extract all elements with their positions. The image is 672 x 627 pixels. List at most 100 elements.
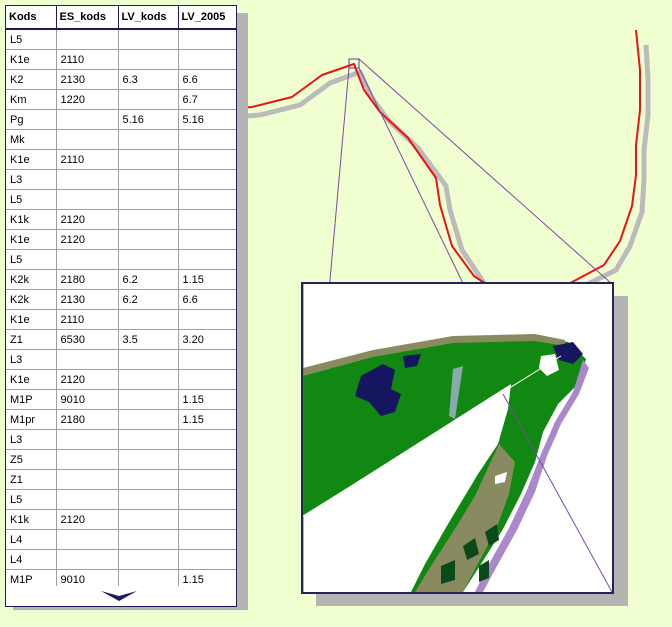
table-row[interactable]: Mk bbox=[6, 129, 236, 150]
table-cell bbox=[118, 369, 179, 390]
table-cell bbox=[118, 449, 179, 470]
table-cell: L4 bbox=[6, 529, 57, 550]
table-row[interactable]: K2 2130 6.3 6.6 bbox=[6, 69, 236, 90]
table-cell bbox=[56, 429, 119, 450]
table-cell bbox=[178, 169, 236, 190]
table-row[interactable]: K1e 2110 bbox=[6, 309, 236, 330]
table-row[interactable]: L5 bbox=[6, 249, 236, 270]
table-cell bbox=[178, 149, 236, 170]
table-cell: L3 bbox=[6, 169, 57, 190]
table-cell: 5.16 bbox=[118, 109, 179, 130]
table-cell bbox=[178, 309, 236, 330]
table-row[interactable]: K1k 2120 bbox=[6, 509, 236, 530]
table-cell: K2k bbox=[6, 289, 57, 310]
table-cell: Z1 bbox=[6, 329, 57, 350]
scroll-down-arrow-icon[interactable] bbox=[101, 590, 137, 602]
table-cell bbox=[56, 349, 119, 370]
table-row[interactable]: L3 bbox=[6, 429, 236, 450]
table-cell bbox=[178, 529, 236, 550]
table-cell: 3.5 bbox=[118, 329, 179, 350]
table-cell bbox=[178, 229, 236, 250]
table-row[interactable]: L4 bbox=[6, 549, 236, 570]
table-row[interactable]: K1k 2120 bbox=[6, 209, 236, 230]
table-cell bbox=[118, 389, 179, 410]
table-cell: 3.20 bbox=[178, 329, 236, 350]
table-row[interactable]: Km 1220 6.7 bbox=[6, 89, 236, 110]
table-cell bbox=[118, 529, 179, 550]
table-cell: 2110 bbox=[56, 49, 119, 70]
table-cell: Z5 bbox=[6, 449, 57, 470]
table-cell: 5.16 bbox=[178, 109, 236, 130]
column-header[interactable]: Kods bbox=[6, 6, 57, 30]
table-scroll-footer bbox=[6, 586, 236, 606]
table-cell: 6530 bbox=[56, 329, 119, 350]
table-row[interactable]: Pg 5.16 5.16 bbox=[6, 109, 236, 130]
table-cell bbox=[56, 109, 119, 130]
table-cell bbox=[56, 169, 119, 190]
table-cell: K1e bbox=[6, 49, 57, 70]
table-row[interactable]: M1P 9010 1.15 bbox=[6, 389, 236, 410]
table-cell bbox=[118, 409, 179, 430]
table-cell bbox=[178, 49, 236, 70]
table-cell bbox=[178, 429, 236, 450]
table-cell: 6.2 bbox=[118, 289, 179, 310]
table-cell bbox=[118, 169, 179, 190]
table-cell: Mk bbox=[6, 129, 57, 150]
table-cell bbox=[118, 489, 179, 510]
zoom-inset-map bbox=[301, 282, 614, 594]
table-cell: 2120 bbox=[56, 369, 119, 390]
table-cell: 2130 bbox=[56, 69, 119, 90]
table-header-row: Kods ES_kods LV_kods LV_2005 bbox=[6, 6, 236, 30]
table-cell: 2180 bbox=[56, 409, 119, 430]
table-cell bbox=[178, 549, 236, 570]
table-row[interactable]: L3 bbox=[6, 349, 236, 370]
table-cell bbox=[118, 509, 179, 530]
table-cell bbox=[178, 349, 236, 370]
table-row[interactable]: M1pr 2180 1.15 bbox=[6, 409, 236, 430]
table-cell: 6.6 bbox=[178, 289, 236, 310]
table-cell: 6.6 bbox=[178, 69, 236, 90]
table-cell: K1e bbox=[6, 229, 57, 250]
table-cell bbox=[118, 549, 179, 570]
table-cell: L5 bbox=[6, 189, 57, 210]
table-cell: 2130 bbox=[56, 289, 119, 310]
table-row[interactable]: Z5 bbox=[6, 449, 236, 470]
table-row[interactable]: K2k 2180 6.2 1.15 bbox=[6, 269, 236, 290]
table-row[interactable]: K1e 2110 bbox=[6, 149, 236, 170]
table-row[interactable]: K1e 2120 bbox=[6, 369, 236, 390]
habitat-sand bbox=[415, 444, 515, 592]
table-row[interactable]: Z1 bbox=[6, 469, 236, 490]
table-cell bbox=[178, 209, 236, 230]
table-cell: 6.7 bbox=[178, 89, 236, 110]
table-cell: 2110 bbox=[56, 309, 119, 330]
table-cell bbox=[118, 189, 179, 210]
table-cell bbox=[56, 29, 119, 50]
table-cell bbox=[178, 449, 236, 470]
table-row[interactable]: K2k 2130 6.2 6.6 bbox=[6, 289, 236, 310]
column-header[interactable]: ES_kods bbox=[56, 6, 119, 30]
table-cell: 2120 bbox=[56, 229, 119, 250]
table-cell bbox=[178, 189, 236, 210]
table-row[interactable]: L3 bbox=[6, 169, 236, 190]
table-cell bbox=[178, 369, 236, 390]
table-cell: K1e bbox=[6, 369, 57, 390]
column-header[interactable]: LV_kods bbox=[118, 6, 179, 30]
table-row[interactable]: K1e 2110 bbox=[6, 49, 236, 70]
table-row[interactable]: L5 bbox=[6, 29, 236, 50]
table-cell: L3 bbox=[6, 429, 57, 450]
table-cell bbox=[56, 469, 119, 490]
table-row[interactable]: L4 bbox=[6, 529, 236, 550]
table-cell bbox=[118, 429, 179, 450]
table-row[interactable]: K1e 2120 bbox=[6, 229, 236, 250]
table-cell: 1220 bbox=[56, 89, 119, 110]
attribute-table-panel: Kods ES_kods LV_kods LV_2005 L5 K1e 2110 K2… bbox=[5, 5, 237, 607]
table-cell: L5 bbox=[6, 489, 57, 510]
table-row[interactable]: L5 bbox=[6, 489, 236, 510]
column-header[interactable]: LV_2005 bbox=[178, 6, 236, 30]
table-row[interactable]: Z1 6530 3.5 3.20 bbox=[6, 329, 236, 350]
table-cell: L4 bbox=[6, 549, 57, 570]
table-cell bbox=[118, 149, 179, 170]
table-cell: Z1 bbox=[6, 469, 57, 490]
table-row[interactable]: L5 bbox=[6, 189, 236, 210]
table-cell: L3 bbox=[6, 349, 57, 370]
